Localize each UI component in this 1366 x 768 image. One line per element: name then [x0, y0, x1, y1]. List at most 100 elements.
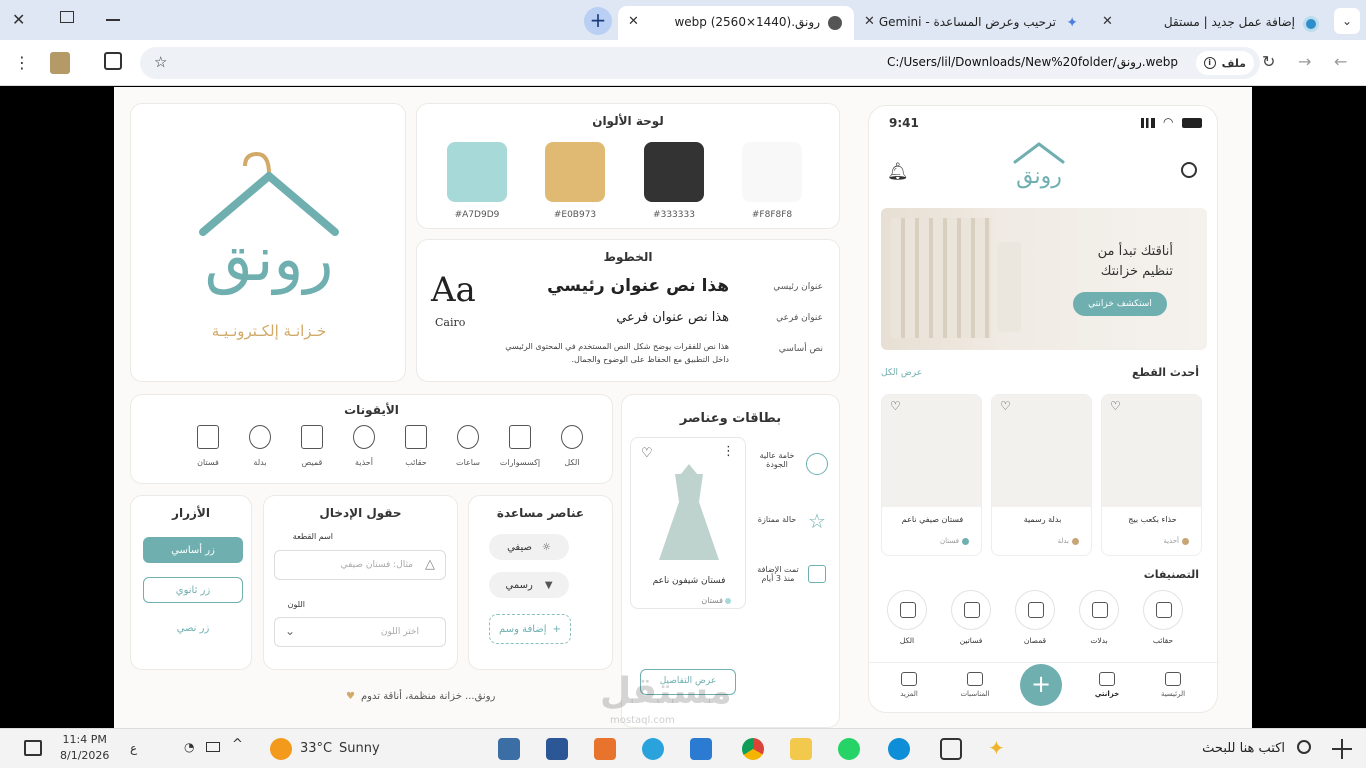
input-placeholder: مثال: فستان صيفي	[340, 560, 413, 570]
more-icon[interactable]	[901, 672, 917, 686]
close-tab-icon[interactable]: ✕	[628, 14, 639, 29]
address-bar[interactable]: ☆ C:/Users/lil/Downloads/New%20folder/رو…	[140, 47, 1260, 79]
close-tab-icon[interactable]: ✕	[864, 14, 875, 29]
secondary-button[interactable]: زر ثانوي	[143, 577, 243, 603]
chevron-up-icon[interactable]: ^	[232, 737, 243, 752]
app-icon[interactable]	[594, 738, 616, 760]
section-title: بطاقات وعناصر	[679, 411, 782, 426]
clock-date: 8/1/2026	[60, 749, 110, 762]
typography-card: الخطوط Aa Cairo عنوان رئيسي هذا نص عنوان…	[416, 239, 840, 382]
swatch-light	[742, 142, 802, 202]
nav-label[interactable]: المناسبات	[945, 690, 1005, 698]
bag-icon	[405, 425, 427, 449]
item-name-input[interactable]: مثال: فستان صيفي △	[274, 550, 446, 580]
menu-dots-icon[interactable]: ⋮	[14, 53, 30, 72]
back-icon[interactable]: ←	[1334, 52, 1347, 71]
chip-label: رسمي	[505, 579, 533, 591]
tab-gemini[interactable]: ✦ ترحيب وعرض المساعدة - Gemini ✕	[858, 6, 1094, 40]
start-icon[interactable]	[1332, 739, 1352, 759]
category-button[interactable]	[1143, 590, 1183, 630]
close-tab-icon[interactable]: ✕	[1102, 14, 1113, 29]
field-label: اللون	[287, 600, 305, 609]
explore-button[interactable]: استكشف خزانتي	[1073, 292, 1167, 316]
icon-label: إكسسوارات	[499, 458, 541, 467]
chip-summer[interactable]: صيفي ☼	[489, 534, 569, 560]
category-button[interactable]	[1079, 590, 1119, 630]
app-icon[interactable]	[498, 738, 520, 760]
file-explorer-icon[interactable]	[790, 738, 812, 760]
category-label: بدلات	[1090, 636, 1108, 645]
tab-label: رونق.webp (2560×1440)	[674, 15, 820, 29]
search-icon[interactable]	[1181, 162, 1197, 178]
category-label: فساتين	[959, 636, 983, 645]
home-icon[interactable]	[1165, 672, 1181, 686]
nav-label[interactable]: الرئيسية	[1143, 690, 1203, 698]
category-button[interactable]	[951, 590, 991, 630]
brand-wordmark: رونق	[204, 222, 334, 295]
shoe-icon	[353, 425, 375, 449]
task-view-icon[interactable]	[940, 738, 962, 760]
phone-mockup: 9:41 ◠ 🔔︎ رونق أناقتك تبدأ من تنظيم خزان…	[868, 105, 1219, 713]
hanger-icon[interactable]	[1099, 672, 1115, 686]
add-tag-button[interactable]: إضافة وسم +	[489, 614, 571, 644]
extensions-icon[interactable]	[104, 52, 122, 70]
color-select[interactable]: اختر اللون ⌄	[274, 617, 446, 647]
category-button[interactable]	[887, 590, 927, 630]
calendar-icon	[808, 565, 826, 583]
minimize-window-icon[interactable]	[106, 19, 120, 21]
text-button[interactable]: زر نصي	[143, 618, 243, 638]
notifications-icon[interactable]	[24, 740, 42, 756]
icon-label: قميص	[301, 458, 323, 467]
chip-formal[interactable]: رسمي ▼	[489, 572, 569, 598]
primary-button[interactable]: زر أساسي	[143, 537, 243, 563]
reload-icon[interactable]: ↻	[1262, 52, 1275, 71]
forward-icon[interactable]: →	[1298, 52, 1311, 71]
clock[interactable]: 11:4 PM 8/1/2026	[60, 732, 109, 764]
calendar-star-icon[interactable]	[967, 672, 983, 686]
app-icon[interactable]	[546, 738, 568, 760]
icon-label: فستان	[197, 458, 219, 467]
battery-icon[interactable]	[206, 742, 220, 752]
chrome-icon[interactable]	[742, 738, 764, 760]
heart-icon[interactable]: ♡	[890, 399, 901, 413]
font-family-name: Cairo	[435, 316, 466, 329]
heart-icon[interactable]: ♡	[641, 446, 653, 461]
copilot-icon[interactable]: ✦	[988, 736, 1005, 760]
site-info-chip[interactable]: i ملف	[1195, 51, 1254, 75]
language-indicator[interactable]: ع	[130, 741, 137, 755]
add-item-button[interactable]: +	[1020, 664, 1062, 706]
vscode-icon[interactable]	[690, 738, 712, 760]
tab-mostaql[interactable]: إضافة عمل جديد | مستقل ✕	[1100, 6, 1325, 40]
see-all-link[interactable]: عرض الكل	[881, 368, 922, 378]
profile-avatar[interactable]	[50, 52, 70, 74]
new-tab-button[interactable]: +	[584, 7, 612, 35]
font-row-label: عنوان رئيسي	[773, 282, 823, 292]
product-card[interactable]: ♡ بدلة رسمية بدلة	[991, 394, 1092, 556]
product-card[interactable]: ♡ حذاء بكعب بيج أحذية	[1101, 394, 1202, 556]
category-button[interactable]	[1015, 590, 1055, 630]
bell-icon[interactable]: 🔔︎	[887, 162, 909, 182]
more-vertical-icon[interactable]: ⋮	[722, 444, 735, 459]
product-card[interactable]: ♡ فستان صيفي ناعم فستان	[881, 394, 982, 556]
hanger-icon	[561, 425, 583, 449]
color-palette-card: لوحة الألوان #A7D9D9 #E0B973 #333333 #F8…	[416, 103, 840, 229]
telegram-icon[interactable]	[642, 738, 664, 760]
restore-window-icon[interactable]	[60, 11, 74, 23]
tab-webp[interactable]: رونق.webp (2560×1440) ✕	[618, 6, 854, 40]
taskbar-search[interactable]: اكتب هنا للبحث	[1050, 735, 1315, 763]
nav-label[interactable]: خزانتي	[1077, 690, 1137, 698]
network-icon[interactable]: ◔	[184, 740, 194, 754]
category-dot	[962, 538, 969, 545]
edge-icon[interactable]	[888, 738, 910, 760]
whatsapp-icon[interactable]	[838, 738, 860, 760]
heart-icon[interactable]: ♡	[1000, 399, 1011, 413]
heart-icon[interactable]: ♡	[1110, 399, 1121, 413]
close-window-icon[interactable]: ✕	[12, 10, 32, 30]
bookmark-star-icon[interactable]: ☆	[154, 53, 167, 71]
swatch-dark	[644, 142, 704, 202]
buttons-card: الأزرار زر أساسي زر ثانوي زر نصي	[130, 495, 252, 670]
tab-search-button[interactable]: ⌄	[1334, 8, 1360, 34]
nav-label[interactable]: المزيد	[879, 690, 939, 698]
tab-label: ترحيب وعرض المساعدة - Gemini	[878, 15, 1056, 29]
product-card[interactable]: ♡ ⋮ فستان شيفون ناعم فستان	[630, 437, 746, 609]
